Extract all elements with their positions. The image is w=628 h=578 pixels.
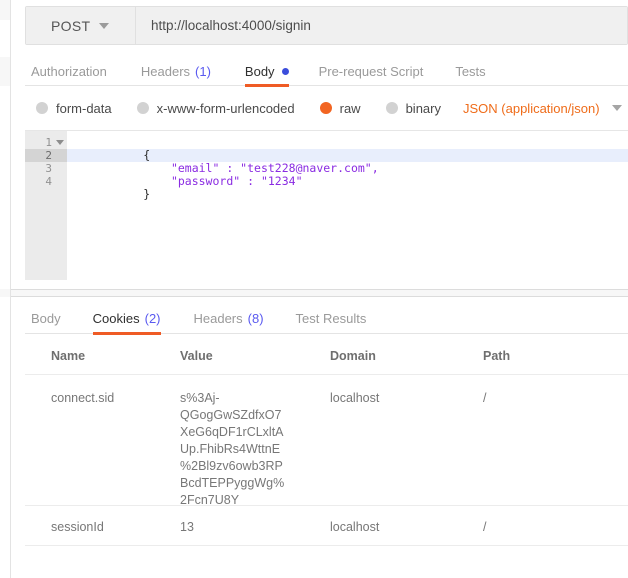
code-line-2: "email" : "test228@naver.com", bbox=[67, 149, 628, 162]
request-pane: POST http://localhost:4000/signin Author… bbox=[11, 0, 628, 289]
column-header-value: Value bbox=[180, 349, 330, 363]
radio-form-data-icon bbox=[36, 102, 48, 114]
tab-pre-request-script-label: Pre-request Script bbox=[319, 64, 424, 79]
radio-x-www-form-urlencoded[interactable]: x-www-form-urlencoded bbox=[137, 101, 295, 116]
cookie-value-line: 13 bbox=[180, 519, 330, 536]
cookie-value-line: Up.FhibRs4WttnE bbox=[180, 441, 330, 458]
column-header-domain: Domain bbox=[330, 349, 483, 363]
resp-tab-test-results-label: Test Results bbox=[296, 311, 367, 326]
gutter-line-2: 2 bbox=[25, 149, 67, 162]
gutter-line-3-number: 3 bbox=[45, 162, 52, 175]
cookie-path: / bbox=[483, 390, 583, 407]
resp-tab-body[interactable]: Body bbox=[31, 303, 61, 334]
editor-code-area[interactable]: { "email" : "test228@naver.com", "passwo… bbox=[67, 131, 628, 280]
cookie-value-line: 2Fcn7U8Y bbox=[180, 492, 330, 509]
left-edge-strip bbox=[0, 0, 11, 578]
chevron-down-icon bbox=[99, 23, 109, 29]
tab-body-label: Body bbox=[245, 64, 275, 79]
chevron-down-icon bbox=[612, 105, 622, 111]
radio-binary[interactable]: binary bbox=[386, 101, 441, 116]
gutter-line-3: 3 bbox=[25, 162, 67, 175]
editor-gutter: 1 2 3 4 bbox=[25, 131, 67, 280]
pane-splitter[interactable] bbox=[11, 289, 628, 297]
content-type-selector[interactable]: JSON (application/json) bbox=[463, 101, 622, 116]
response-pane: Body Cookies (2) Headers (8) Test Result… bbox=[11, 297, 628, 578]
cookie-value-line: s%3Aj- bbox=[180, 390, 330, 407]
radio-binary-label: binary bbox=[406, 101, 441, 116]
resp-tab-cookies-count: (2) bbox=[145, 311, 161, 326]
column-header-name: Name bbox=[25, 349, 180, 363]
cookie-value-line: XeG6qDF1rCLxltA bbox=[180, 424, 330, 441]
code-line-1-text: { bbox=[143, 148, 150, 162]
resp-tab-body-label: Body bbox=[31, 311, 61, 326]
tab-authorization-label: Authorization bbox=[31, 64, 107, 79]
gutter-line-2-number: 2 bbox=[45, 149, 52, 162]
radio-form-data-label: form-data bbox=[56, 101, 112, 116]
radio-x-www-form-urlencoded-icon bbox=[137, 102, 149, 114]
code-line-2-text: "email" : "test228@naver.com", bbox=[143, 161, 378, 175]
cookie-value-line: %2Bl9zv6owb3RP bbox=[180, 458, 330, 475]
resp-tab-cookies-label: Cookies bbox=[93, 311, 140, 326]
code-line-4-text: } bbox=[143, 187, 150, 201]
request-tabs: Authorization Headers (1) Body Pre-reque… bbox=[25, 57, 628, 86]
cookie-value: s%3Aj- QGogGwSZdfxO7 XeG6qDF1rCLxltA Up.… bbox=[180, 390, 330, 509]
tab-tests[interactable]: Tests bbox=[455, 57, 485, 86]
body-code-editor[interactable]: 1 2 3 4 { "email" : "test228@na bbox=[25, 130, 628, 280]
tab-headers-count: (1) bbox=[195, 64, 211, 79]
http-method-label: POST bbox=[51, 18, 90, 34]
resp-tab-test-results[interactable]: Test Results bbox=[296, 303, 367, 334]
tab-headers-label: Headers bbox=[141, 64, 190, 79]
body-type-options: form-data x-www-form-urlencoded raw bina… bbox=[25, 92, 628, 124]
table-row[interactable]: connect.sid s%3Aj- QGogGwSZdfxO7 XeG6qDF… bbox=[25, 375, 628, 506]
tab-pre-request-script[interactable]: Pre-request Script bbox=[319, 57, 424, 86]
column-header-path: Path bbox=[483, 349, 583, 363]
postman-window: POST http://localhost:4000/signin Author… bbox=[0, 0, 628, 578]
gutter-line-4: 4 bbox=[25, 175, 67, 188]
radio-raw-label: raw bbox=[340, 101, 361, 116]
active-tab-underline bbox=[245, 84, 289, 87]
response-tabs: Body Cookies (2) Headers (8) Test Result… bbox=[25, 303, 628, 334]
url-bar: POST http://localhost:4000/signin bbox=[25, 6, 628, 45]
resp-tab-cookies[interactable]: Cookies (2) bbox=[93, 303, 161, 334]
tab-body[interactable]: Body bbox=[245, 57, 289, 86]
url-value: http://localhost:4000/signin bbox=[151, 18, 311, 33]
cookie-path: / bbox=[483, 519, 583, 536]
url-input[interactable]: http://localhost:4000/signin bbox=[136, 7, 627, 44]
gutter-line-1: 1 bbox=[25, 136, 67, 149]
gutter-line-4-number: 4 bbox=[45, 175, 52, 188]
resp-tab-headers-count: (8) bbox=[248, 311, 264, 326]
active-tab-underline bbox=[93, 332, 161, 335]
cookie-value-line: QGogGwSZdfxO7 bbox=[180, 407, 330, 424]
cookie-name: connect.sid bbox=[25, 390, 180, 407]
code-fold-icon[interactable] bbox=[56, 140, 64, 145]
tab-tests-label: Tests bbox=[455, 64, 485, 79]
radio-form-data[interactable]: form-data bbox=[36, 101, 112, 116]
gutter-line-1-number: 1 bbox=[45, 136, 52, 149]
radio-raw-icon bbox=[320, 102, 332, 114]
code-line-3-text: "password" : "1234" bbox=[143, 174, 302, 188]
code-line-1: { bbox=[67, 136, 628, 149]
cookie-name: sessionId bbox=[25, 519, 180, 536]
radio-raw[interactable]: raw bbox=[320, 101, 361, 116]
table-header-row: Name Value Domain Path bbox=[25, 337, 628, 375]
cookie-value: 13 bbox=[180, 519, 330, 536]
cookies-table: Name Value Domain Path connect.sid s%3Aj… bbox=[25, 337, 628, 546]
cookie-domain: localhost bbox=[330, 519, 483, 536]
http-method-selector[interactable]: POST bbox=[26, 7, 136, 44]
resp-tab-headers[interactable]: Headers (8) bbox=[194, 303, 264, 334]
resp-tab-headers-label: Headers bbox=[194, 311, 243, 326]
tab-headers[interactable]: Headers (1) bbox=[141, 57, 211, 86]
radio-binary-icon bbox=[386, 102, 398, 114]
unsaved-dot-icon bbox=[282, 68, 289, 75]
content-type-label: JSON (application/json) bbox=[463, 101, 600, 116]
cookie-domain: localhost bbox=[330, 390, 483, 407]
radio-x-www-form-urlencoded-label: x-www-form-urlencoded bbox=[157, 101, 295, 116]
tab-authorization[interactable]: Authorization bbox=[31, 57, 107, 86]
table-row[interactable]: sessionId 13 localhost / bbox=[25, 506, 628, 546]
cookie-value-line: BcdTEPPyggWg% bbox=[180, 475, 330, 492]
